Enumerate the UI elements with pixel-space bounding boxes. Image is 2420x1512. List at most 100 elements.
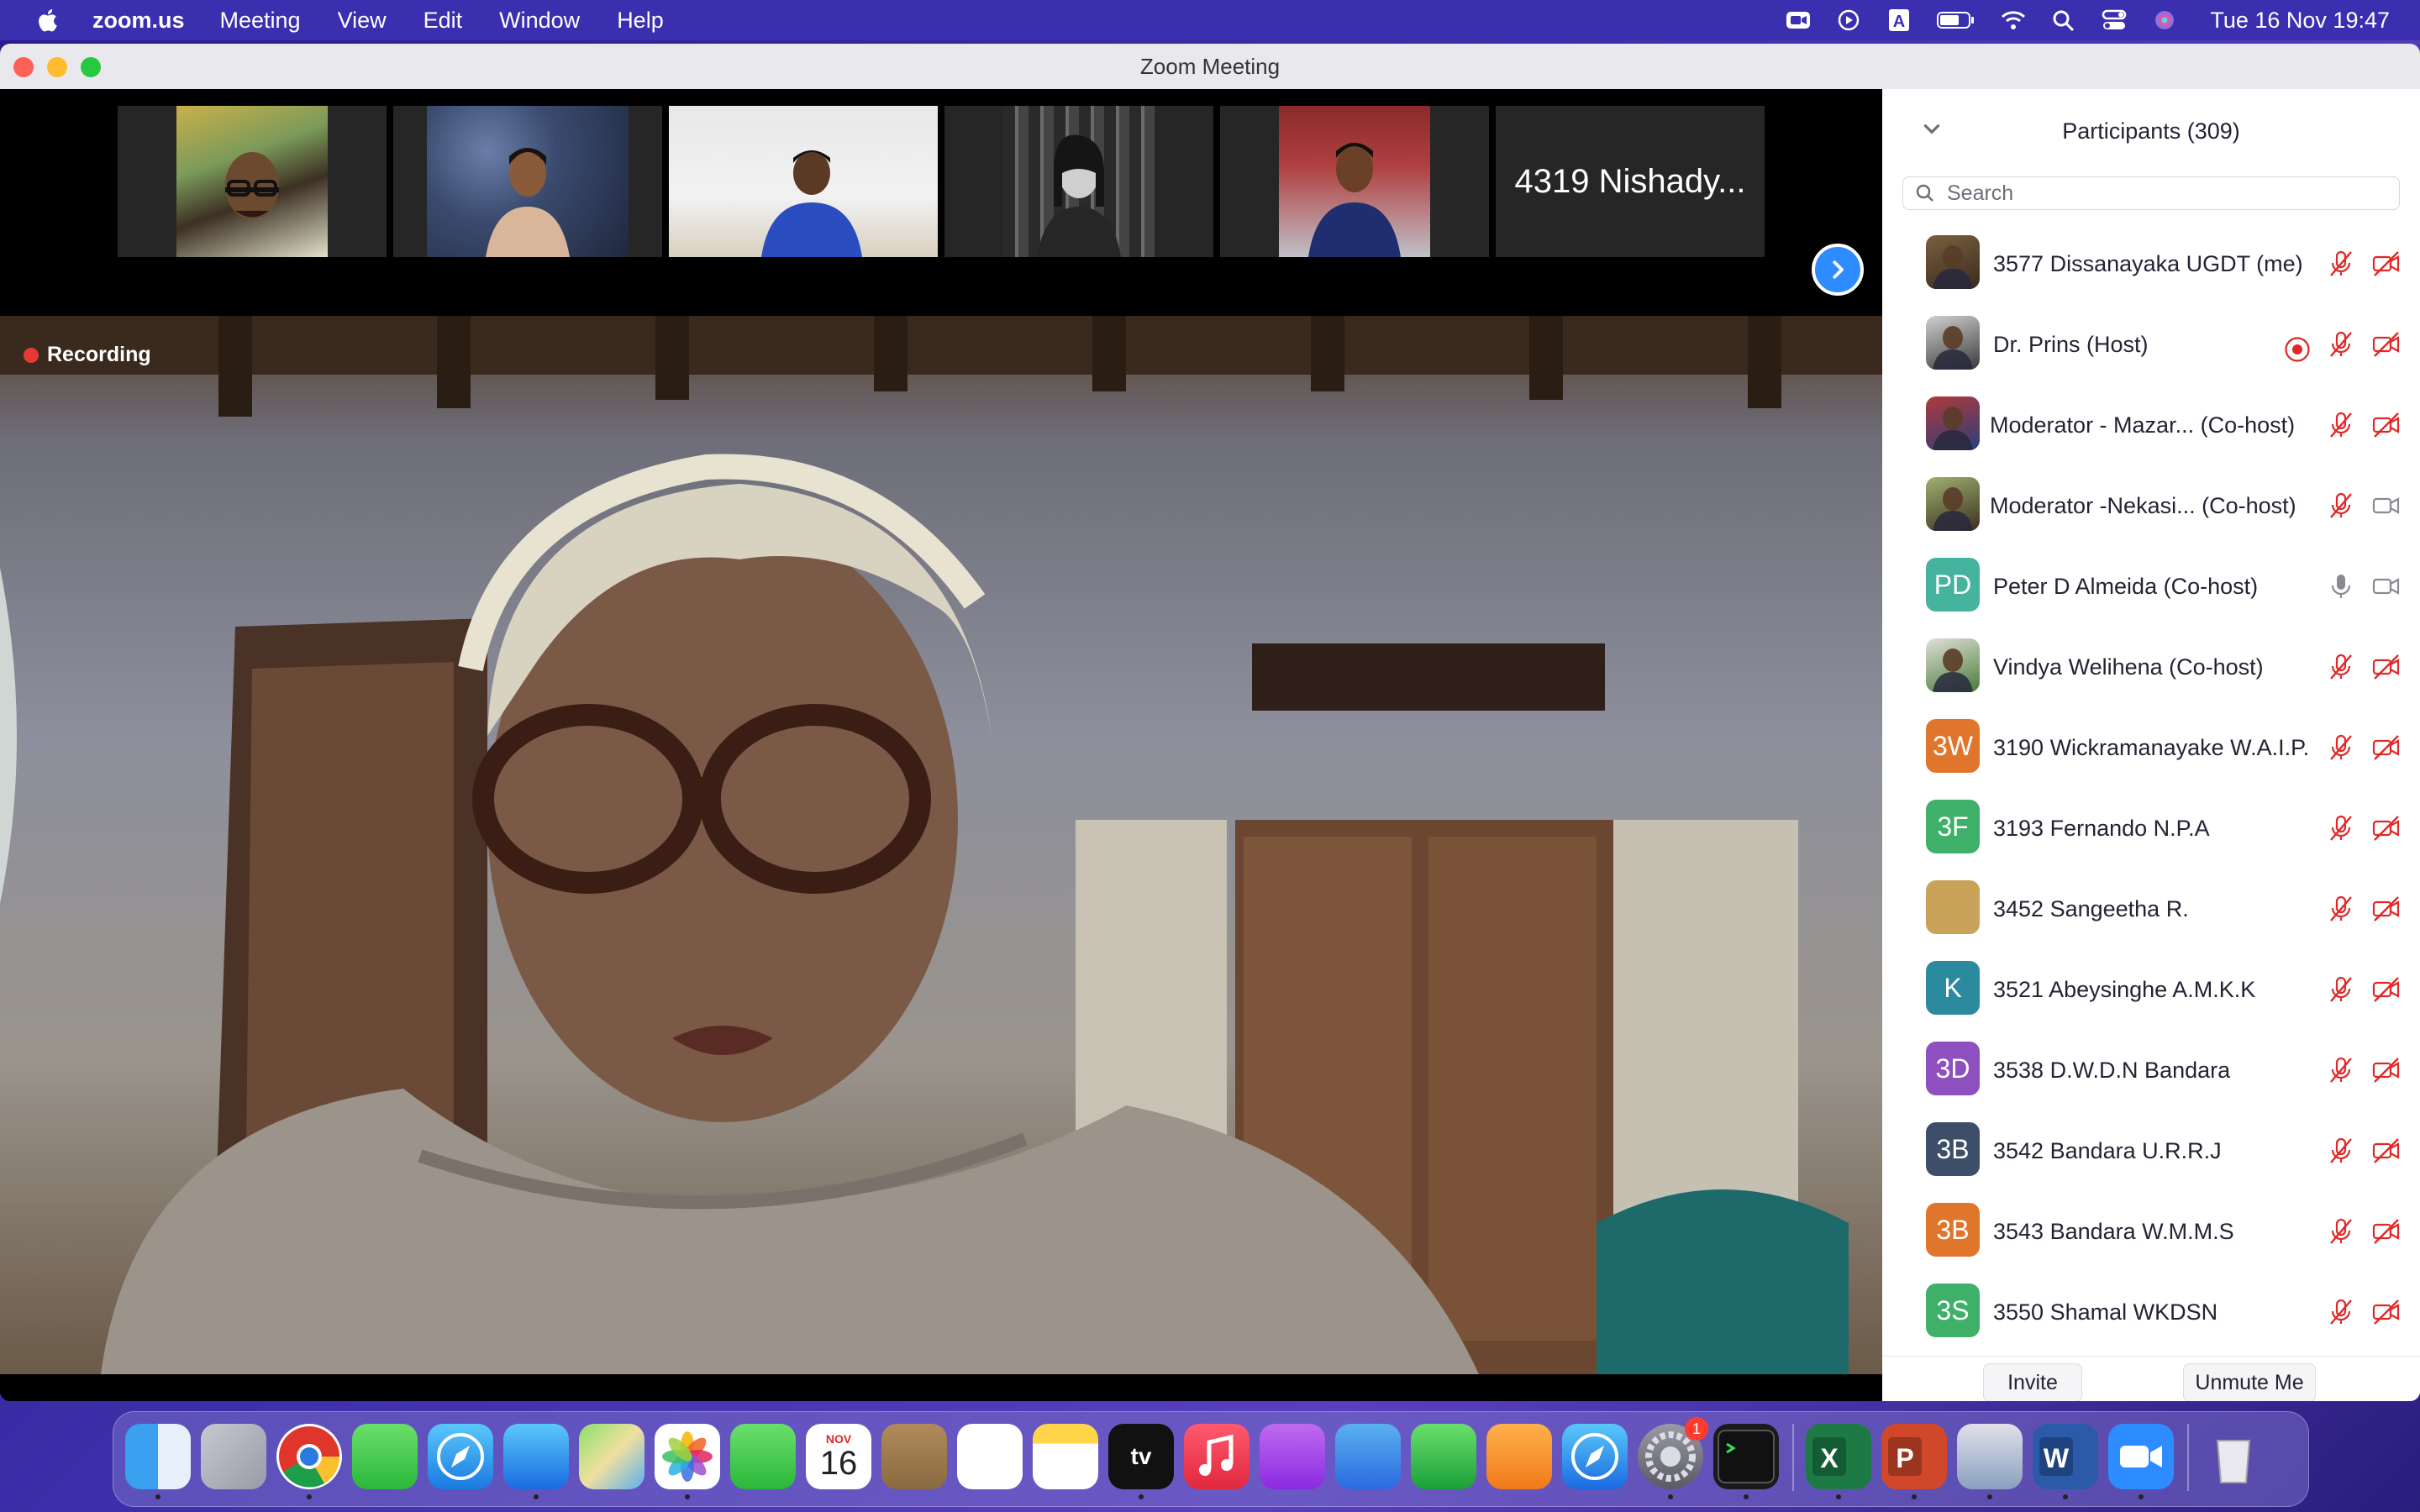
search-input[interactable] (1945, 180, 2386, 207)
spotlight-icon[interactable] (2050, 8, 2077, 33)
mic-icon[interactable] (2326, 571, 2356, 601)
video-off-icon[interactable] (2371, 894, 2402, 924)
music-icon[interactable] (1184, 1424, 1249, 1489)
zoom-icon[interactable] (2108, 1424, 2174, 1489)
participant-row[interactable]: K 3521 Abeysinghe A.M.K.K (1882, 949, 2420, 1030)
participant-row[interactable]: 3D 3538 D.W.D.N Bandara (1882, 1030, 2420, 1110)
reminders-icon[interactable] (957, 1424, 1023, 1489)
window-fullscreen-button[interactable] (81, 57, 101, 77)
participant-row[interactable]: 3F 3193 Fernando N.P.A (1882, 788, 2420, 869)
zoom-status-icon[interactable] (1785, 8, 1812, 33)
recording-indicator[interactable]: Recording (24, 343, 151, 367)
mic-muted-icon[interactable] (2326, 1055, 2356, 1085)
terminal-icon[interactable] (1713, 1424, 1779, 1489)
window-minimize-button[interactable] (47, 57, 67, 77)
mail-icon[interactable] (503, 1424, 569, 1489)
participant-row[interactable]: 3W 3190 Wickramanayake W.A.I.P. (1882, 707, 2420, 788)
photos-icon[interactable] (655, 1424, 720, 1489)
mic-muted-icon[interactable] (2326, 652, 2356, 682)
participant-row[interactable]: PD Peter D Almeida (Co-host) (1882, 546, 2420, 627)
apple-tv-icon[interactable]: tv (1108, 1424, 1174, 1489)
menu-meeting[interactable]: Meeting (220, 8, 301, 34)
menu-edit[interactable]: Edit (424, 8, 463, 34)
mic-muted-icon[interactable] (2326, 1297, 2356, 1327)
participant-thumbnail[interactable] (393, 106, 662, 257)
participant-row[interactable]: Dr. Prins (Host) (1882, 304, 2420, 385)
video-off-icon[interactable] (2371, 732, 2402, 763)
unmute-me-button[interactable]: Unmute Me (2183, 1363, 2316, 1401)
messages-icon[interactable] (352, 1424, 418, 1489)
apple-menu-icon[interactable] (35, 8, 59, 33)
screen-record-icon[interactable] (1835, 8, 1862, 33)
video-off-icon[interactable] (2371, 652, 2402, 682)
menu-view[interactable]: View (338, 8, 387, 34)
mic-muted-icon[interactable] (2326, 974, 2356, 1005)
maps-icon[interactable] (579, 1424, 644, 1489)
chrome-icon[interactable] (276, 1424, 342, 1489)
menu-bar-clock[interactable]: Tue 16 Nov 19:47 (2210, 8, 2390, 34)
participant-thumbnail[interactable] (944, 106, 1213, 257)
podcasts-icon[interactable] (1260, 1424, 1325, 1489)
next-participants-button[interactable] (1812, 244, 1864, 296)
trash-icon[interactable] (2201, 1424, 2266, 1489)
mic-muted-icon[interactable] (2326, 732, 2356, 763)
video-off-icon[interactable] (2371, 329, 2402, 360)
active-app-name[interactable]: zoom.us (92, 8, 185, 34)
siri-icon[interactable] (2151, 8, 2178, 33)
mic-muted-icon[interactable] (2326, 410, 2356, 440)
mic-muted-icon[interactable] (2326, 894, 2356, 924)
mic-muted-icon[interactable] (2326, 329, 2356, 360)
control-center-icon[interactable] (2101, 8, 2128, 33)
invite-button[interactable]: Invite (1983, 1363, 2082, 1401)
preview-icon[interactable] (1957, 1424, 2023, 1489)
mic-muted-icon[interactable] (2326, 1216, 2356, 1247)
mic-muted-icon[interactable] (2326, 1136, 2356, 1166)
notes-icon[interactable] (1033, 1424, 1098, 1489)
video-off-icon[interactable] (2371, 974, 2402, 1005)
wifi-icon[interactable] (2000, 8, 2027, 33)
participant-row[interactable]: 3B 3542 Bandara U.R.R.J (1882, 1110, 2420, 1191)
participant-search-box[interactable] (1902, 176, 2400, 210)
video-off-icon[interactable] (2371, 410, 2402, 440)
video-off-icon[interactable] (2371, 1055, 2402, 1085)
app-store-icon[interactable] (1562, 1424, 1628, 1489)
mic-muted-icon[interactable] (2326, 813, 2356, 843)
participant-row[interactable]: 3B 3543 Bandara W.M.M.S (1882, 1191, 2420, 1272)
menu-window[interactable]: Window (499, 8, 580, 34)
window-title-bar[interactable]: Zoom Meeting (0, 44, 2420, 90)
pages-icon[interactable] (1486, 1424, 1552, 1489)
participant-row[interactable]: Moderator - Mazar... (Co-host) (1882, 385, 2420, 465)
numbers-icon[interactable] (1411, 1424, 1476, 1489)
menu-help[interactable]: Help (617, 8, 664, 34)
excel-icon[interactable]: X (1806, 1424, 1871, 1489)
video-off-icon[interactable] (2371, 1216, 2402, 1247)
participant-name-tile[interactable]: 4319 Nishady... (1496, 106, 1765, 257)
video-icon[interactable] (2371, 491, 2402, 521)
active-speaker-video[interactable]: Recording (0, 316, 1882, 1374)
mic-muted-icon[interactable] (2326, 491, 2356, 521)
mic-muted-icon[interactable] (2326, 249, 2356, 279)
contacts-icon[interactable] (881, 1424, 947, 1489)
safari-icon[interactable] (428, 1424, 493, 1489)
video-off-icon[interactable] (2371, 813, 2402, 843)
video-icon[interactable] (2371, 571, 2402, 601)
participant-row[interactable]: 3452 Sangeetha R. (1882, 869, 2420, 949)
participant-row[interactable]: 3S 3550 Shamal WKDSN (1882, 1272, 2420, 1352)
launchpad-icon[interactable] (201, 1424, 266, 1489)
participant-row[interactable]: Moderator -Nekasi... (Co-host) (1882, 465, 2420, 546)
participant-thumbnail[interactable] (118, 106, 387, 257)
finder-icon[interactable] (125, 1424, 191, 1489)
participant-row[interactable]: Vindya Welihena (Co-host) (1882, 627, 2420, 707)
powerpoint-icon[interactable]: P (1881, 1424, 1947, 1489)
input-source-icon[interactable]: A (1886, 8, 1912, 33)
participant-thumbnail[interactable] (669, 106, 938, 257)
battery-icon[interactable] (1936, 8, 1976, 33)
calendar-icon[interactable]: NOV 16 (806, 1424, 871, 1489)
facetime-icon[interactable] (730, 1424, 796, 1489)
participant-thumbnail[interactable] (1220, 106, 1489, 257)
participant-row[interactable]: 3577 Dissanayaka UGDT (me) (1882, 223, 2420, 304)
video-off-icon[interactable] (2371, 1297, 2402, 1327)
word-icon[interactable]: W (2033, 1424, 2098, 1489)
video-off-icon[interactable] (2371, 1136, 2402, 1166)
keynote-icon[interactable] (1335, 1424, 1401, 1489)
